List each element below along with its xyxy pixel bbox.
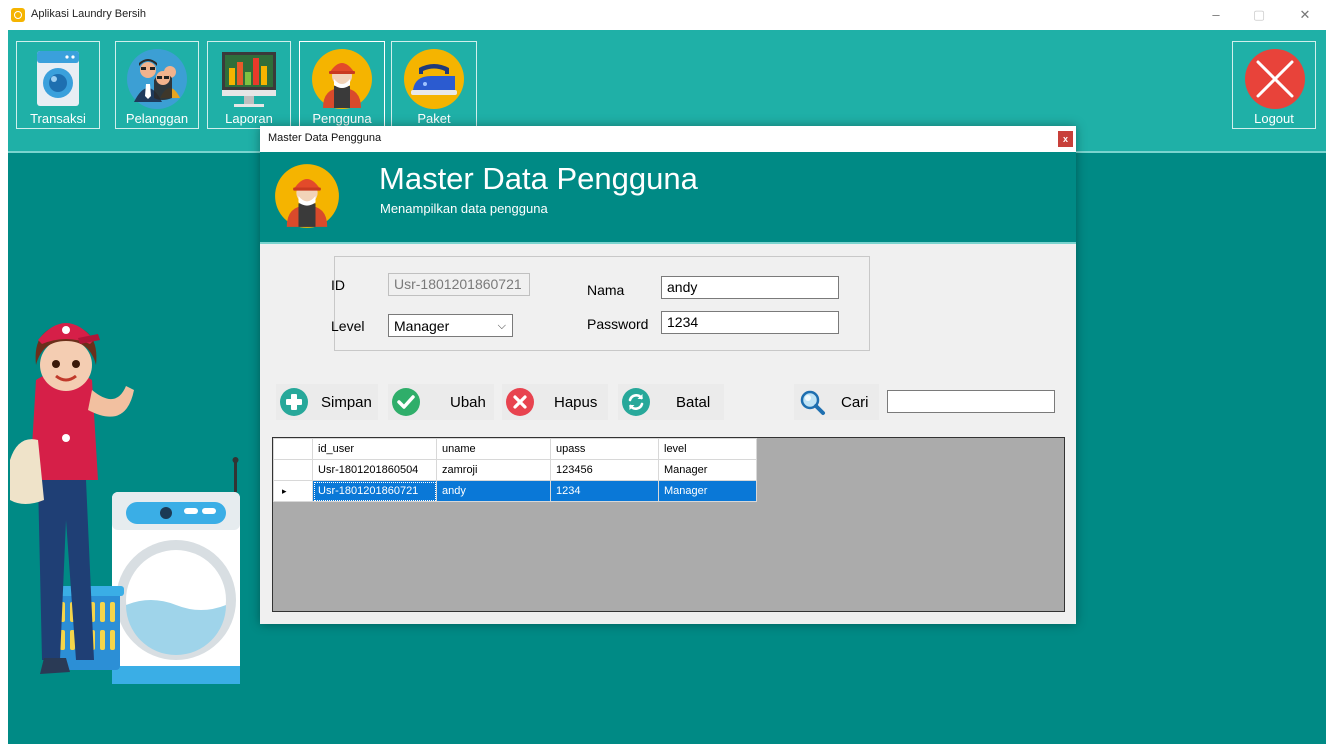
- cari-button[interactable]: Cari: [794, 384, 879, 420]
- plus-circle-icon: [280, 388, 308, 416]
- cell-uname[interactable]: andy: [436, 480, 551, 502]
- dialog-window-title: Master Data Pengguna: [268, 132, 382, 144]
- id-field: Usr-1801201860721: [388, 273, 530, 296]
- nav-transaksi-label: Transaksi: [30, 111, 86, 126]
- dialog-header-divider: [260, 242, 1076, 244]
- close-circle-icon: [506, 388, 534, 416]
- worker-user-icon: [275, 164, 339, 228]
- nav-paket-button[interactable]: Paket: [391, 41, 477, 129]
- batal-button[interactable]: Batal: [618, 384, 724, 420]
- column-header-level[interactable]: level: [658, 438, 757, 460]
- main-area: Transaksi Pelanggan Laporan Pengguna Pak…: [8, 30, 1326, 744]
- hapus-label: Hapus: [554, 394, 598, 411]
- cell-level[interactable]: Manager: [658, 459, 757, 481]
- password-field[interactable]: 1234: [661, 311, 839, 334]
- column-header-id-user[interactable]: id_user: [312, 438, 437, 460]
- id-label: ID: [331, 277, 345, 293]
- users-datagrid[interactable]: id_user uname upass level Usr-1801201860…: [272, 437, 1065, 612]
- column-header-upass[interactable]: upass: [550, 438, 659, 460]
- report-chart-icon: [222, 52, 276, 107]
- cari-label: Cari: [841, 394, 869, 411]
- simpan-label: Simpan: [321, 394, 372, 411]
- refresh-circle-icon: [622, 388, 650, 416]
- nav-transaksi-button[interactable]: Transaksi: [16, 41, 100, 129]
- nav-pengguna-button[interactable]: Pengguna: [299, 41, 385, 129]
- users-table: id_user uname upass level Usr-1801201860…: [273, 438, 757, 502]
- search-input[interactable]: [887, 390, 1055, 413]
- batal-label: Batal: [676, 394, 711, 411]
- dialog-heading: Master Data Pengguna: [379, 161, 698, 196]
- nav-paket-label: Paket: [417, 111, 451, 126]
- iron-icon: [404, 49, 464, 109]
- search-icon: [800, 390, 825, 415]
- row-header[interactable]: [273, 459, 313, 481]
- simpan-button[interactable]: Simpan: [276, 384, 378, 420]
- check-circle-icon: [392, 388, 420, 416]
- cell-upass[interactable]: 1234: [550, 480, 659, 502]
- table-row[interactable]: Usr-1801201860504 zamroji 123456 Manager: [273, 459, 757, 481]
- nav-pelanggan-button[interactable]: Pelanggan: [115, 41, 199, 129]
- window-title: Aplikasi Laundry Bersih: [31, 8, 146, 20]
- close-circle-icon: [1245, 49, 1305, 109]
- master-data-pengguna-dialog: Master Data Pengguna x Master Data Pengg…: [260, 126, 1076, 624]
- ubah-button[interactable]: Ubah: [388, 384, 494, 420]
- password-label: Password: [587, 316, 649, 332]
- column-header-uname[interactable]: uname: [436, 438, 551, 460]
- nav-pelanggan-label: Pelanggan: [125, 111, 189, 126]
- level-select-value: Manager: [394, 318, 450, 334]
- nav-laporan-button[interactable]: Laporan: [207, 41, 291, 129]
- app-icon: [11, 8, 25, 22]
- hapus-button[interactable]: Hapus: [502, 384, 608, 420]
- dialog-subheading: Menampilkan data pengguna: [380, 201, 548, 216]
- worker-user-icon: [312, 49, 372, 109]
- ubah-label: Ubah: [450, 394, 486, 411]
- cell-uname[interactable]: zamroji: [436, 459, 551, 481]
- nav-laporan-label: Laporan: [225, 111, 273, 126]
- dialog-header: Master Data Pengguna Menampilkan data pe…: [260, 152, 1076, 242]
- maximize-button[interactable]: ▢: [1241, 4, 1277, 26]
- table-row-selected[interactable]: ▸ Usr-1801201860721 andy 1234 Manager: [273, 480, 757, 502]
- cell-level[interactable]: Manager: [658, 480, 757, 502]
- nama-label: Nama: [587, 282, 625, 298]
- nama-field[interactable]: andy: [661, 276, 839, 299]
- chevron-down-icon: ⌵: [497, 320, 506, 332]
- logout-button[interactable]: Logout: [1232, 41, 1316, 129]
- row-header-corner: [273, 438, 313, 460]
- window-titlebar: Aplikasi Laundry Bersih – ▢ ✕: [0, 0, 1334, 30]
- minimize-button[interactable]: –: [1198, 4, 1234, 26]
- washing-machine-icon: [37, 51, 79, 106]
- table-header-row: id_user uname upass level: [273, 438, 757, 460]
- dialog-close-button[interactable]: x: [1058, 131, 1073, 147]
- logout-label: Logout: [1254, 111, 1294, 126]
- cell-id-user[interactable]: Usr-1801201860504: [312, 459, 437, 481]
- level-label: Level: [331, 318, 365, 334]
- dialog-titlebar: Master Data Pengguna x: [260, 126, 1076, 152]
- cell-id-user[interactable]: Usr-1801201860721: [312, 480, 437, 502]
- cell-upass[interactable]: 123456: [550, 459, 659, 481]
- current-row-marker-icon[interactable]: ▸: [273, 480, 313, 502]
- level-select[interactable]: Manager ⌵: [388, 314, 513, 337]
- laundry-illustration: [10, 323, 240, 684]
- close-window-button[interactable]: ✕: [1287, 4, 1323, 26]
- customers-icon: [127, 49, 187, 109]
- nav-pengguna-label: Pengguna: [312, 111, 372, 126]
